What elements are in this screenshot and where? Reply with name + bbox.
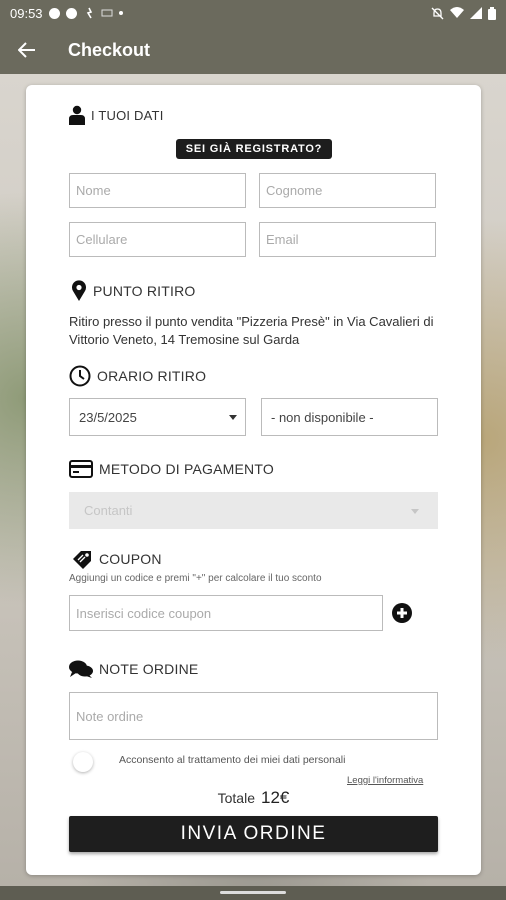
sim-icon <box>101 9 113 17</box>
pickup-time-value: - non disponibile - <box>271 409 374 425</box>
page-title: Checkout <box>68 39 151 60</box>
order-notes-input[interactable] <box>76 708 437 724</box>
notification-icon <box>48 7 60 19</box>
accessibility-icon <box>86 7 92 19</box>
section-payment-label: METODO DI PAGAMENTO <box>99 461 274 477</box>
wifi-icon <box>450 7 464 18</box>
app-notification-icon <box>65 7 77 19</box>
pickup-date-select[interactable]: 23/5/2025 <box>69 398 246 436</box>
phone-input[interactable] <box>76 232 245 247</box>
chevron-down-icon <box>229 415 237 420</box>
back-button[interactable] <box>0 26 54 74</box>
chat-bubbles-icon <box>69 660 93 678</box>
checkout-card: I TUOI DATI SEI GIÀ REGISTRATO? PUNTO RI… <box>26 85 481 875</box>
last-name-field[interactable] <box>259 173 436 208</box>
section-coupon-title: COUPON <box>71 549 162 569</box>
section-pickup-point-title: PUNTO RITIRO <box>71 280 195 302</box>
section-personal-label: I TUOI DATI <box>91 107 164 123</box>
section-coupon-label: COUPON <box>99 551 162 567</box>
pickup-time-select[interactable]: - non disponibile - <box>261 398 438 436</box>
add-coupon-button[interactable] <box>392 603 412 623</box>
home-gesture-handle[interactable] <box>220 891 286 894</box>
order-notes-field[interactable] <box>69 692 438 740</box>
coupon-tag-icon <box>73 551 91 569</box>
chevron-down-icon <box>411 508 419 514</box>
section-pickup-time-label: ORARIO RITIRO <box>97 368 207 384</box>
total-label: Totale <box>217 790 255 806</box>
system-nav-bar <box>0 886 506 900</box>
payment-method-value: Contanti <box>84 503 133 518</box>
pickup-point-description: Ritiro presso il punto vendita "Pizzeria… <box>69 314 434 347</box>
battery-icon <box>488 6 496 20</box>
back-arrow-icon <box>18 42 35 58</box>
section-personal-title: I TUOI DATI <box>69 105 164 125</box>
order-total: Totale 12€ <box>26 788 481 808</box>
coupon-field[interactable] <box>69 595 383 631</box>
last-name-input[interactable] <box>266 183 435 198</box>
credit-card-icon <box>69 460 93 478</box>
signal-icon <box>470 7 482 19</box>
coupon-input[interactable] <box>76 605 382 621</box>
consent-toggle[interactable] <box>73 752 93 772</box>
app-bar: Checkout <box>0 26 506 74</box>
first-name-field[interactable] <box>69 173 246 208</box>
section-payment-title: METODO DI PAGAMENTO <box>69 460 274 478</box>
total-value: 12€ <box>260 788 290 807</box>
email-input[interactable] <box>266 232 435 247</box>
section-pickup-time-title: ORARIO RITIRO <box>69 365 206 387</box>
first-name-input[interactable] <box>76 183 245 198</box>
status-bar: 09:53 <box>0 0 506 26</box>
location-pin-icon <box>72 280 86 301</box>
section-pickup-point-label: PUNTO RITIRO <box>93 283 196 299</box>
coupon-hint: Aggiungi un codice e premi "+" per calco… <box>69 573 322 584</box>
payment-method-select: Contanti <box>69 492 438 529</box>
clock-icon <box>69 365 91 387</box>
section-notes-title: NOTE ORDINE <box>69 660 198 678</box>
email-field[interactable] <box>259 222 436 257</box>
status-time: 09:53 <box>10 5 43 21</box>
plus-circle-icon <box>392 603 412 623</box>
already-registered-button[interactable]: SEI GIÀ REGISTRATO? <box>176 139 332 159</box>
dnd-off-icon <box>431 7 444 19</box>
privacy-policy-link[interactable]: Leggi l'informativa <box>347 775 423 786</box>
pickup-date-value: 23/5/2025 <box>79 409 137 425</box>
section-notes-label: NOTE ORDINE <box>99 661 199 677</box>
user-icon <box>69 105 85 125</box>
more-notifications-icon <box>118 11 123 15</box>
consent-label: Acconsento al trattamento dei miei dati … <box>119 754 346 766</box>
submit-order-button[interactable]: INVIA ORDINE <box>69 816 438 852</box>
phone-field[interactable] <box>69 222 246 257</box>
